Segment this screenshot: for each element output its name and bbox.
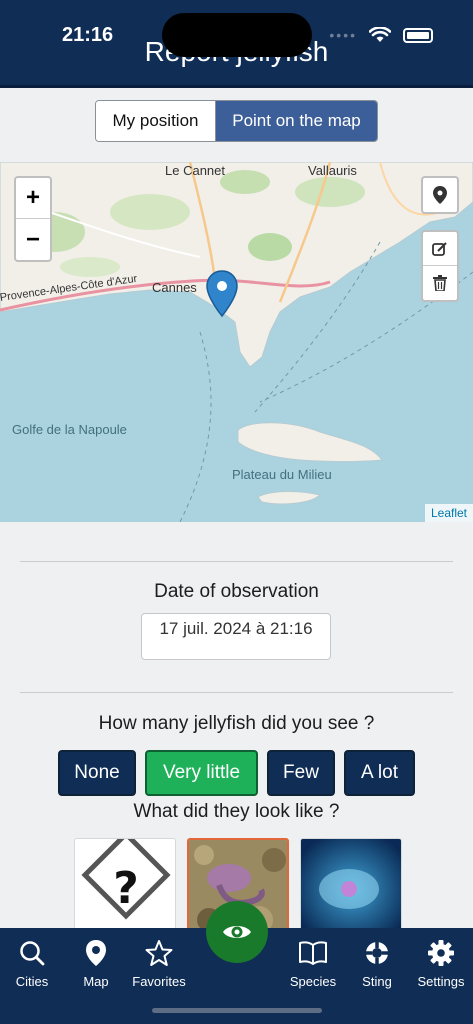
header-bar: 21:16 Report jellyfish •••• — [0, 0, 473, 88]
option-few[interactable]: Few — [267, 750, 335, 796]
option-very-little[interactable]: Very little — [145, 750, 258, 796]
quantity-question: How many jellyfish did you see ? — [98, 713, 375, 734]
signal-dots-icon: •••• — [329, 27, 357, 43]
zoom-in-button[interactable]: + — [16, 178, 50, 219]
blue-moon-jellyfish-photo — [301, 839, 401, 937]
wifi-icon — [369, 27, 391, 42]
locate-button[interactable] — [421, 176, 459, 214]
draw-controls — [421, 230, 459, 302]
tab-cities-label: Cities — [15, 974, 49, 989]
map-label-golfe: Golfe de la Napoule — [12, 422, 127, 437]
tab-map-label: Map — [83, 974, 109, 989]
eye-icon — [223, 926, 251, 938]
date-label: Date of observation — [154, 581, 319, 602]
tab-sting-label: Sting — [362, 974, 392, 989]
map-label-plateau: Plateau du Milieu — [232, 467, 332, 482]
location-pin-icon — [433, 186, 447, 204]
tab-settings[interactable]: Settings — [409, 936, 473, 989]
map-pin-icon — [86, 940, 106, 966]
map-view[interactable]: Le Cannet Vallauris Provence-Alpes-Côte … — [0, 162, 473, 522]
zoom-out-button[interactable]: − — [16, 219, 50, 260]
tab-species-label: Species — [289, 974, 337, 989]
tab-species[interactable]: Species — [281, 936, 345, 989]
tab-sting[interactable]: Sting — [345, 936, 409, 989]
unknown-appearance-card[interactable]: ? — [74, 838, 176, 938]
zoom-control: + − — [14, 176, 52, 262]
moon-jellyfish-card[interactable] — [300, 838, 402, 938]
option-none[interactable]: None — [58, 750, 136, 796]
map-marker-icon[interactable] — [205, 270, 239, 318]
map-label-le-cannet: Le Cannet — [165, 163, 225, 178]
tab-map[interactable]: Map — [64, 936, 128, 989]
leaflet-attribution[interactable]: Leaflet — [424, 504, 473, 522]
appearance-question: What did they look like ? — [133, 801, 340, 822]
home-indicator — [152, 1008, 322, 1013]
battery-icon — [403, 27, 433, 43]
tab-favorites-label: Favorites — [132, 974, 186, 989]
my-position-option[interactable]: My position — [96, 101, 216, 141]
quantity-options: None Very little Few A lot — [0, 750, 473, 796]
tab-cities[interactable]: Cities — [0, 936, 64, 989]
option-a-lot[interactable]: A lot — [344, 750, 415, 796]
divider — [20, 692, 453, 693]
map-label-cannes: Cannes — [152, 280, 197, 295]
unknown-question-icon: ? — [81, 839, 171, 920]
book-icon — [299, 941, 327, 965]
tab-favorites[interactable]: Favorites — [127, 936, 191, 989]
point-on-map-option[interactable]: Point on the map — [216, 101, 377, 141]
date-field[interactable]: 17 juil. 2024 à 21:16 — [141, 613, 331, 660]
edit-button[interactable] — [423, 232, 457, 266]
divider — [20, 561, 453, 562]
observe-button[interactable] — [206, 901, 268, 963]
map-label-vallauris: Vallauris — [308, 163, 357, 178]
edit-icon — [432, 241, 447, 256]
lifebuoy-icon — [366, 942, 388, 964]
gear-icon — [428, 940, 454, 966]
delete-button[interactable] — [423, 266, 457, 300]
search-icon — [20, 941, 45, 966]
svg-text:?: ? — [113, 863, 139, 914]
dynamic-island — [162, 13, 312, 57]
trash-icon — [433, 275, 447, 291]
status-icons: •••• — [329, 27, 433, 43]
tab-settings-label: Settings — [417, 974, 465, 989]
position-toggle: My position Point on the map — [95, 100, 378, 142]
star-icon — [145, 940, 173, 966]
